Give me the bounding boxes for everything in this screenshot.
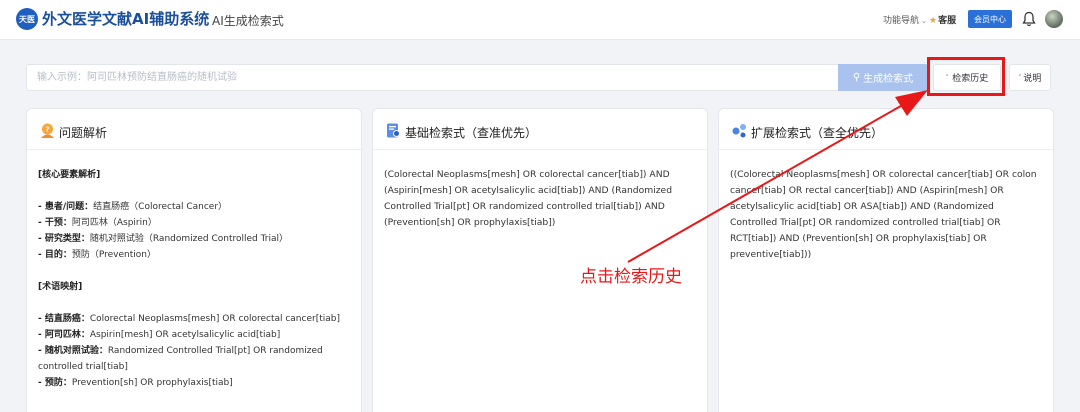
analysis-line-label: - 研究类型： [38, 234, 90, 244]
svg-text:?: ? [45, 126, 49, 134]
extended-query-panel-header: 扩展检索式（查全优先） [719, 109, 1053, 150]
analysis-line-text: 随机对照试验（Randomized Controlled Trial） [89, 234, 289, 244]
chevron-down-icon: ⌄ [921, 17, 927, 25]
help-label: 说明 [1023, 74, 1042, 84]
analysis-line [38, 183, 351, 199]
analysis-line: - 患者/问题：结直肠癌（Colorectal Cancer） [38, 199, 351, 215]
analysis-line-label: - 随机对照试验： [38, 346, 108, 356]
analysis-line-label: - 干预： [38, 218, 72, 228]
analysis-line: controlled trial[tiab] [38, 359, 351, 375]
page-title: AI生成检索式 [212, 14, 284, 28]
basic-query-text: (Colorectal Neoplasms[mesh] OR colorecta… [384, 169, 673, 228]
question-person-icon: ? [41, 123, 54, 138]
basic-query-panel-header: 基础检索式（查准优先） [373, 109, 707, 150]
service-icon: ★ [929, 16, 938, 26]
service-label: 客服 [938, 16, 957, 26]
analysis-line-text: 结直肠癌（Colorectal Cancer） [93, 202, 228, 212]
analysis-line: - 目的：预防（Prevention） [38, 247, 351, 263]
help-button[interactable]: ‘说明 [1009, 64, 1051, 91]
analysis-line-label: [核心要素解析] [38, 170, 101, 180]
analysis-line-text: Colorectal Neoplasms[mesh] OR colorectal… [89, 314, 340, 324]
analysis-panel-header: ? 问题解析 [27, 109, 361, 150]
app-title[interactable]: 外文医学文献AI辅助系统 [42, 8, 209, 29]
analysis-panel-body: [核心要素解析] - 患者/问题：结直肠癌（Colorectal Cancer） -… [38, 167, 351, 391]
generate-query-button[interactable]: ⚲ 生成检索式 [838, 64, 928, 91]
analysis-line: - 干预：阿司匹林（Aspirin） [38, 215, 351, 231]
analysis-line-text: 阿司匹林（Aspirin） [71, 218, 157, 228]
analysis-line-label: - 结直肠癌： [38, 314, 90, 324]
top-header: 天医 外文医学文献AI辅助系统 AI生成检索式 功能导航 ⌄ ★客服 会员中心 [0, 0, 1080, 40]
analysis-line-label: - 目的： [38, 250, 72, 260]
customer-service-link[interactable]: ★客服 [929, 13, 956, 26]
analysis-panel-title: 问题解析 [59, 126, 108, 140]
extended-query-panel-title: 扩展检索式（查全优先） [751, 126, 884, 140]
analysis-line-text: Prevention[sh] OR prophylaxis[tiab] [71, 378, 233, 388]
analysis-line: - 预防：Prevention[sh] OR prophylaxis[tiab] [38, 375, 351, 391]
nav-menu-label: 功能导航 [883, 16, 920, 26]
help-icon: ‘ [1018, 73, 1022, 82]
analysis-line-text: Randomized Controlled Trial[pt] OR rando… [107, 346, 323, 356]
analysis-line-label: [术语映射] [38, 282, 83, 292]
analysis-line: - 结直肠癌：Colorectal Neoplasms[mesh] OR col… [38, 311, 351, 327]
member-center-button[interactable]: 会员中心 [968, 10, 1012, 28]
user-avatar[interactable] [1045, 10, 1063, 28]
app-logo[interactable]: 天医 [16, 8, 38, 30]
analysis-line [38, 295, 351, 311]
analysis-line: [核心要素解析] [38, 167, 351, 183]
search-box[interactable] [26, 64, 838, 91]
search-icon: ⚲ [852, 72, 861, 83]
extended-query-text: ((Colorectal Neoplasms[mesh] OR colorect… [730, 169, 1037, 260]
header-divider [198, 12, 199, 27]
bell-icon[interactable] [1022, 11, 1036, 27]
extend-network-icon [732, 124, 746, 138]
analysis-line-label: - 阿司匹林： [38, 330, 90, 340]
analysis-line-text: controlled trial[tiab] [38, 362, 128, 372]
nav-menu-dropdown[interactable]: 功能导航 ⌄ [883, 13, 927, 26]
document-search-icon [387, 123, 400, 138]
annotation-text: 点击检索历史 [580, 267, 682, 287]
analysis-line: - 研究类型：随机对照试验（Randomized Controlled Tria… [38, 231, 351, 247]
analysis-line-text: 预防（Prevention） [71, 250, 156, 260]
basic-query-panel-body: (Colorectal Neoplasms[mesh] OR colorecta… [384, 167, 697, 231]
analysis-line: [术语映射] [38, 279, 351, 295]
extended-query-panel: 扩展检索式（查全优先） ((Colorectal Neoplasms[mesh]… [718, 108, 1054, 412]
analysis-line-label: - 预防： [38, 378, 72, 388]
basic-query-panel: 基础检索式（查准优先） (Colorectal Neoplasms[mesh] … [372, 108, 708, 412]
generate-query-label: 生成检索式 [863, 74, 914, 85]
analysis-line-text: Aspirin[mesh] OR acetylsalicylic acid[ti… [89, 330, 281, 340]
annotation-highlight-box [927, 57, 1005, 96]
analysis-line [38, 263, 351, 279]
analysis-line: - 阿司匹林：Aspirin[mesh] OR acetylsalicylic … [38, 327, 351, 343]
analysis-panel: ? 问题解析 [核心要素解析] - 患者/问题：结直肠癌（Colorectal C… [26, 108, 362, 412]
search-input[interactable] [27, 65, 838, 90]
basic-query-panel-title: 基础检索式（查准优先） [405, 126, 538, 140]
analysis-line-label: - 患者/问题： [38, 202, 94, 212]
extended-query-panel-body: ((Colorectal Neoplasms[mesh] OR colorect… [730, 167, 1043, 263]
analysis-line: - 随机对照试验：Randomized Controlled Trial[pt]… [38, 343, 351, 359]
